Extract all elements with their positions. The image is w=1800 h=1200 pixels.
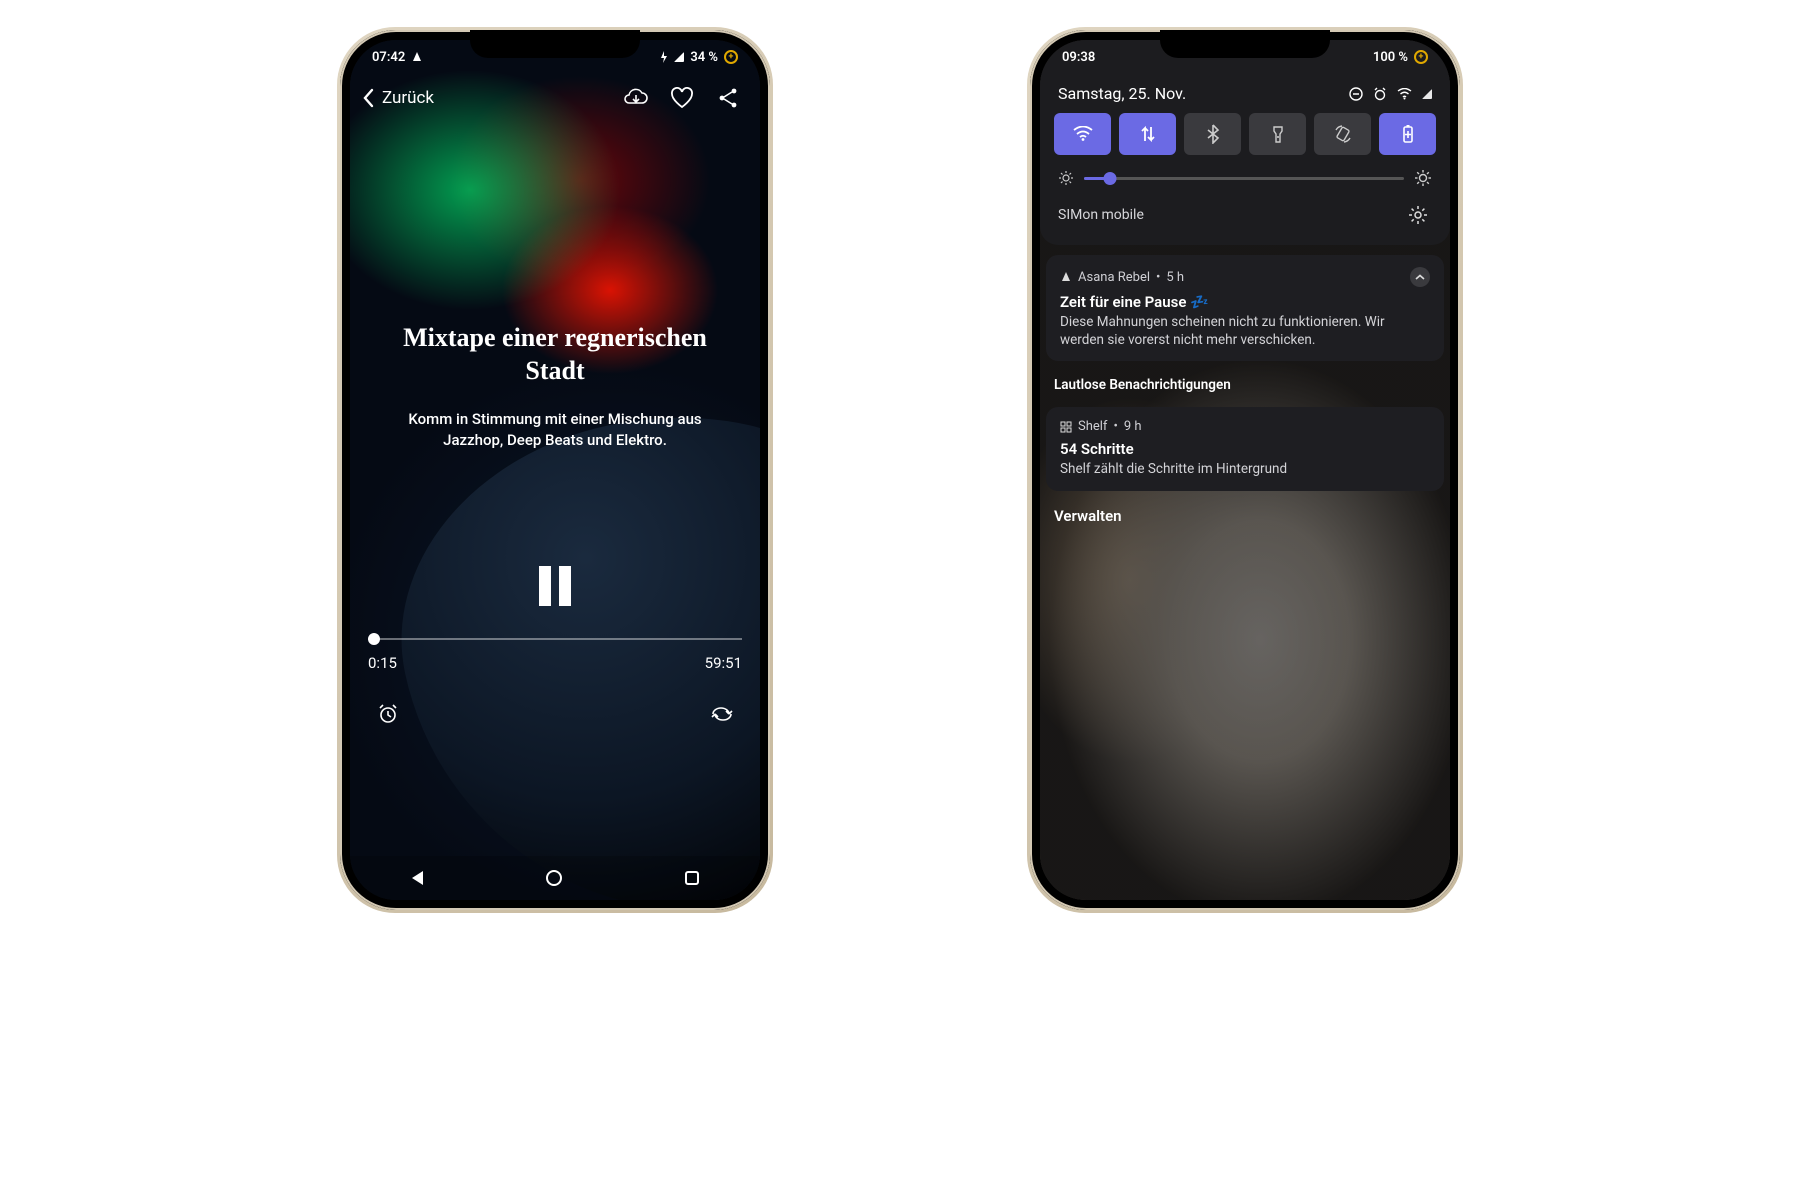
collapse-button[interactable] <box>1410 267 1430 287</box>
manage-button[interactable]: Verwalten <box>1040 491 1450 541</box>
square-recents-icon <box>685 871 699 885</box>
phone-right: 09:38 100 % + Samstag, 25. Nov. <box>1030 30 1460 910</box>
wifi-status-icon <box>1397 88 1412 100</box>
screen-player: 07:42 34 % + Zurück <box>350 40 760 900</box>
silent-section-header: Lautlose Benachrichtigungen <box>1040 361 1450 397</box>
chevron-left-icon <box>362 88 374 108</box>
brightness-low-icon <box>1058 170 1074 186</box>
cloud-download-icon <box>623 87 649 109</box>
battery-saver-icon <box>1401 124 1415 144</box>
notif-title: Zeit für eine Pause 💤 <box>1060 293 1430 311</box>
nav-recents-button[interactable] <box>685 871 699 885</box>
screen-notification-shade: 09:38 100 % + Samstag, 25. Nov. <box>1040 40 1450 900</box>
battery-ring-icon: + <box>724 50 738 64</box>
date-label: Samstag, 25. Nov. <box>1058 84 1186 103</box>
lightning-icon <box>660 51 668 63</box>
download-button[interactable] <box>622 84 650 112</box>
auto-rotate-icon <box>1333 124 1353 144</box>
bluetooth-icon <box>1206 124 1220 144</box>
notif-body: Diese Mahnungen scheinen nicht zu funkti… <box>1060 313 1430 349</box>
tile-flashlight[interactable] <box>1249 113 1306 155</box>
progress-track <box>368 638 742 640</box>
app-indicator-icon <box>411 51 423 63</box>
status-time: 09:38 <box>1062 50 1095 65</box>
tile-battery-saver[interactable] <box>1379 113 1436 155</box>
status-battery: 34 % <box>690 50 718 65</box>
share-button[interactable] <box>714 84 742 112</box>
flashlight-icon <box>1271 124 1285 144</box>
notification-asana[interactable]: Asana Rebel • 5 h Zeit für eine Pause 💤 … <box>1046 255 1444 361</box>
dnd-icon <box>1349 87 1363 101</box>
progress-thumb <box>368 633 380 645</box>
android-navbar <box>350 856 760 900</box>
tile-wifi[interactable] <box>1054 113 1111 155</box>
time-remaining: 59:51 <box>705 654 742 672</box>
notif-title: 54 Schritte <box>1060 440 1430 458</box>
notification-shelf[interactable]: Shelf • 9 h 54 Schritte Shelf zählt die … <box>1046 407 1444 490</box>
tile-bluetooth[interactable] <box>1184 113 1241 155</box>
app-shelf-icon <box>1060 421 1072 433</box>
circle-home-icon <box>546 870 562 886</box>
sleep-timer-button[interactable] <box>374 700 402 728</box>
chevron-up-icon <box>1415 274 1425 281</box>
status-time: 07:42 <box>372 50 405 65</box>
alarm-clock-icon <box>377 703 399 725</box>
triangle-back-icon <box>412 871 423 885</box>
favorite-button[interactable] <box>668 84 696 112</box>
notif-age: 9 h <box>1124 419 1142 434</box>
battery-ring-icon: + <box>1414 50 1428 64</box>
track-subtitle: Komm in Stimmung mit einer Mischung aus … <box>378 409 732 451</box>
mobile-data-icon <box>1139 124 1157 144</box>
heart-icon <box>670 87 694 109</box>
pause-icon <box>539 566 551 606</box>
brightness-track <box>1084 177 1404 180</box>
notch <box>1160 30 1330 58</box>
status-battery: 100 % <box>1373 50 1408 65</box>
tile-auto-rotate[interactable] <box>1314 113 1371 155</box>
progress-slider[interactable] <box>368 638 742 640</box>
notch <box>470 30 640 58</box>
notif-app-name: Shelf <box>1078 419 1107 434</box>
phone-left: 07:42 34 % + Zurück <box>340 30 770 910</box>
carrier-label: SIMon mobile <box>1058 207 1144 223</box>
back-label: Zurück <box>382 88 434 108</box>
nav-home-button[interactable] <box>546 870 562 886</box>
wifi-icon <box>1073 126 1093 142</box>
settings-button[interactable] <box>1404 201 1432 229</box>
notif-age: 5 h <box>1166 270 1184 285</box>
track-title: Mixtape einer regnerischen Stadt <box>378 322 732 387</box>
brightness-thumb <box>1103 172 1116 185</box>
brightness-high-icon <box>1414 169 1432 187</box>
nav-back-button[interactable] <box>412 871 423 885</box>
notif-app-name: Asana Rebel <box>1078 270 1150 285</box>
share-icon <box>717 87 739 109</box>
alarm-set-icon <box>1373 87 1387 101</box>
notif-body: Shelf zählt die Schritte im Hintergrund <box>1060 460 1430 478</box>
repeat-button[interactable] <box>708 700 736 728</box>
gear-icon <box>1408 205 1428 225</box>
quick-settings-panel: 09:38 100 % + Samstag, 25. Nov. <box>1040 40 1450 245</box>
tile-mobile-data[interactable] <box>1119 113 1176 155</box>
brightness-slider[interactable] <box>1040 155 1450 187</box>
back-button[interactable]: Zurück <box>362 88 434 108</box>
time-elapsed: 0:15 <box>368 654 397 672</box>
repeat-icon <box>711 704 733 724</box>
signal-status-icon <box>1422 89 1432 99</box>
pause-button[interactable] <box>539 566 571 606</box>
app-asana-icon <box>1060 271 1072 283</box>
signal-icon <box>674 52 684 62</box>
